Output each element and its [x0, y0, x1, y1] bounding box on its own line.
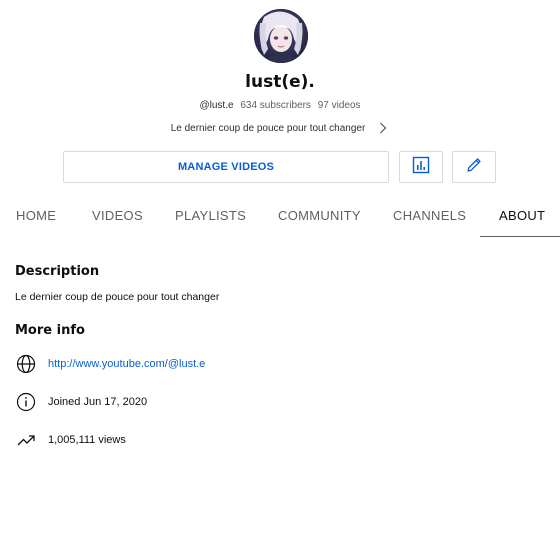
tab-about[interactable]: ABOUT [499, 208, 545, 223]
active-tab-indicator [480, 236, 560, 237]
description-text: Le dernier coup de pouce pour tout chang… [15, 291, 220, 303]
channel-handle: @lust.e [199, 100, 234, 111]
channel-name: lust(e). [245, 72, 315, 92]
tab-community[interactable]: COMMUNITY [278, 208, 361, 223]
analytics-button[interactable] [399, 151, 443, 183]
more-info-heading: More info [15, 323, 85, 338]
views-row: 1,005,111 views [15, 429, 126, 451]
subscriber-count: 634 subscribers [240, 100, 311, 111]
channel-tagline: Le dernier coup de pouce pour tout chang… [170, 122, 366, 134]
pencil-icon [465, 156, 483, 179]
tab-videos[interactable]: VIDEOS [92, 208, 143, 223]
tab-home[interactable]: HOME [16, 208, 56, 223]
joined-date: Joined Jun 17, 2020 [48, 396, 148, 408]
analytics-icon [412, 156, 430, 179]
trending-icon [15, 429, 37, 451]
video-count: 97 videos [317, 100, 361, 111]
channel-avatar [254, 9, 308, 63]
channel-link-row: http://www.youtube.com/@lust.e [15, 353, 205, 375]
info-icon [15, 391, 37, 413]
joined-row: Joined Jun 17, 2020 [15, 391, 147, 413]
tab-playlists[interactable]: PLAYLISTS [175, 208, 246, 223]
channel-meta: @lust.e 634 subscribers 97 videos [0, 100, 560, 111]
tab-channels[interactable]: CHANNELS [393, 208, 466, 223]
total-views: 1,005,111 views [48, 434, 126, 446]
manage-videos-button[interactable]: MANAGE VIDEOS [63, 151, 389, 183]
channel-url-link[interactable]: http://www.youtube.com/@lust.e [48, 358, 205, 370]
channel-tagline-row[interactable]: Le dernier coup de pouce pour tout chang… [0, 120, 560, 136]
globe-icon [15, 353, 37, 375]
edit-channel-button[interactable] [452, 151, 496, 183]
description-heading: Description [15, 264, 100, 279]
chevron-right-icon [379, 121, 389, 135]
